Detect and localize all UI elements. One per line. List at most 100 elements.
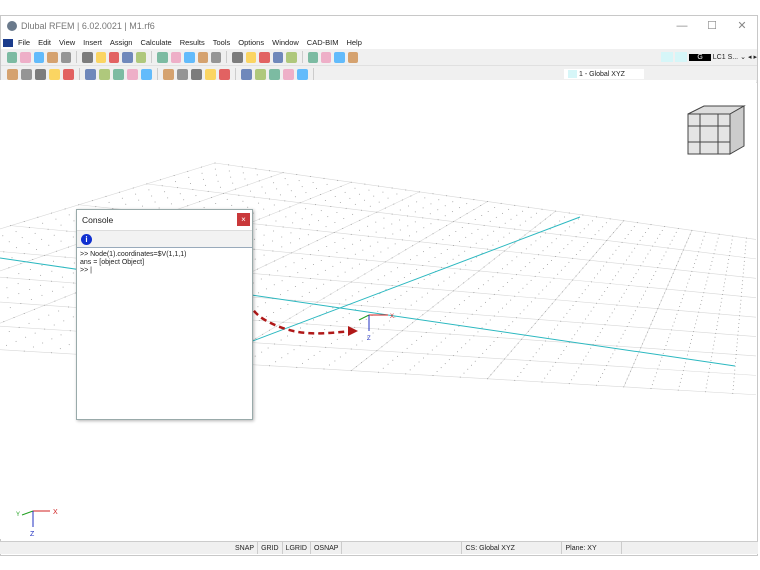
toolbar-button-icon[interactable] bbox=[20, 51, 31, 63]
menu-view[interactable]: View bbox=[59, 38, 75, 47]
toolbar-button-icon[interactable] bbox=[47, 51, 58, 63]
menu-help[interactable]: Help bbox=[346, 38, 361, 47]
close-button[interactable]: ✕ bbox=[727, 16, 757, 36]
toolbar-button-icon[interactable] bbox=[127, 68, 138, 80]
info-icon[interactable]: i bbox=[81, 234, 92, 245]
grid-point bbox=[473, 274, 475, 276]
toolbar-button-icon[interactable] bbox=[191, 68, 202, 80]
status-snap[interactable]: SNAP bbox=[232, 542, 259, 554]
menu-insert[interactable]: Insert bbox=[83, 38, 102, 47]
grid-point bbox=[732, 392, 734, 394]
toolbar-button-icon[interactable] bbox=[283, 68, 294, 80]
grid-point bbox=[743, 268, 745, 270]
toolbar-button-icon[interactable] bbox=[297, 68, 308, 80]
menu-cad-bim[interactable]: CAD-BIM bbox=[307, 38, 339, 47]
toolbar-button-icon[interactable] bbox=[219, 68, 230, 80]
toolbar-button-icon[interactable] bbox=[60, 51, 72, 63]
toolbar-button-icon[interactable] bbox=[49, 68, 60, 80]
toolbar-button-icon[interactable] bbox=[82, 51, 93, 63]
menu-tools[interactable]: Tools bbox=[213, 38, 231, 47]
status-lgrid[interactable]: LGRID bbox=[283, 542, 311, 554]
menu-assign[interactable]: Assign bbox=[110, 38, 133, 47]
toolbar-button-icon[interactable] bbox=[347, 51, 359, 63]
maximize-button[interactable]: ☐ bbox=[697, 16, 727, 36]
grid-point bbox=[324, 329, 326, 331]
toolbar-button-icon[interactable] bbox=[163, 68, 174, 80]
toolbar-button-icon[interactable] bbox=[63, 68, 74, 80]
toolbar-button-icon[interactable] bbox=[211, 51, 222, 63]
grid-point bbox=[276, 188, 278, 190]
toolbar-button-icon[interactable] bbox=[99, 68, 110, 80]
grid-point bbox=[675, 317, 677, 319]
grid-point bbox=[13, 317, 15, 319]
grid-point bbox=[223, 192, 225, 194]
grid-point bbox=[485, 348, 487, 350]
toolbar-button-icon[interactable] bbox=[286, 51, 297, 63]
toolbar-button-icon[interactable] bbox=[232, 51, 243, 63]
grid-point bbox=[214, 168, 216, 170]
toolbar-button-icon[interactable] bbox=[157, 51, 168, 63]
toolbar-button-icon[interactable] bbox=[170, 51, 182, 63]
toolbar-button-icon[interactable] bbox=[205, 68, 216, 80]
menu-file[interactable]: File bbox=[18, 38, 30, 47]
console-close-button[interactable]: × bbox=[237, 213, 250, 226]
toolbar-button-icon[interactable] bbox=[255, 68, 266, 80]
toolbar-button-icon[interactable] bbox=[197, 51, 209, 63]
grid-point bbox=[614, 308, 616, 310]
toolbar-button-icon[interactable] bbox=[321, 51, 332, 63]
menu-edit[interactable]: Edit bbox=[38, 38, 51, 47]
menu-window[interactable]: Window bbox=[272, 38, 299, 47]
toolbar-button-icon[interactable] bbox=[269, 68, 280, 80]
toolbar-button-icon[interactable] bbox=[7, 68, 18, 80]
console-prompt[interactable]: >> | bbox=[80, 267, 249, 275]
grid-point bbox=[643, 339, 645, 341]
grid-point bbox=[382, 191, 384, 193]
toolbar-button-icon[interactable] bbox=[141, 68, 152, 80]
grid-point bbox=[565, 287, 567, 289]
toolbar-button-icon[interactable] bbox=[7, 51, 18, 63]
grid-point bbox=[665, 251, 667, 253]
minimize-button[interactable]: — bbox=[667, 16, 697, 36]
toolbar-button-icon[interactable] bbox=[35, 68, 46, 80]
toolbar-button-icon[interactable] bbox=[85, 68, 96, 80]
toolbar-button-icon[interactable] bbox=[109, 51, 120, 63]
toolbar-button-icon[interactable] bbox=[184, 51, 195, 63]
grid-point bbox=[738, 322, 740, 324]
view-cube[interactable] bbox=[684, 104, 748, 156]
toolbar-button-icon[interactable] bbox=[245, 51, 257, 63]
previous-icon[interactable]: ◂ bbox=[748, 53, 752, 61]
toolbar-button-icon[interactable] bbox=[307, 51, 318, 63]
toolbar-button-icon[interactable] bbox=[272, 51, 284, 63]
grid-point bbox=[702, 239, 704, 241]
toolbar-button-icon[interactable] bbox=[95, 51, 107, 63]
next-icon[interactable]: ▸ bbox=[754, 53, 758, 61]
toolbar-button-icon[interactable] bbox=[334, 51, 345, 63]
console-output[interactable]: >> Node(1).coordinates=$V(1,1,1) ans = [… bbox=[77, 248, 252, 278]
toolbar-button-icon[interactable] bbox=[135, 51, 147, 63]
menu-results[interactable]: Results bbox=[180, 38, 205, 47]
toolbar-button-icon[interactable] bbox=[33, 51, 45, 63]
status-osnap[interactable]: OSNAP bbox=[311, 542, 343, 554]
grid-point bbox=[344, 271, 346, 273]
menu-calculate[interactable]: Calculate bbox=[140, 38, 171, 47]
grid-point bbox=[368, 189, 370, 191]
toolbar-button-icon[interactable] bbox=[122, 51, 133, 63]
grid-point bbox=[493, 370, 495, 372]
grid-point bbox=[698, 311, 700, 313]
toolbar-button-icon[interactable] bbox=[177, 68, 188, 80]
grid-point bbox=[538, 254, 540, 256]
menu-options[interactable]: Options bbox=[238, 38, 264, 47]
grid-point bbox=[359, 239, 361, 241]
grid-point bbox=[458, 254, 460, 256]
grid-point bbox=[391, 213, 393, 215]
coordinate-system-select[interactable]: 1 - Global XYZ bbox=[564, 69, 644, 79]
toolbar-button-icon[interactable] bbox=[241, 68, 252, 80]
toolbar-button-icon[interactable] bbox=[21, 68, 32, 80]
toolbar-button-icon[interactable] bbox=[113, 68, 124, 80]
grid-point bbox=[412, 322, 414, 324]
status-grid[interactable]: GRID bbox=[258, 542, 283, 554]
grid-point bbox=[333, 232, 335, 233]
grid-point bbox=[392, 233, 394, 235]
load-case-selector[interactable]: G LC1 S... ⌄ ◂ ▸ bbox=[661, 52, 757, 62]
toolbar-button-icon[interactable] bbox=[259, 51, 270, 63]
